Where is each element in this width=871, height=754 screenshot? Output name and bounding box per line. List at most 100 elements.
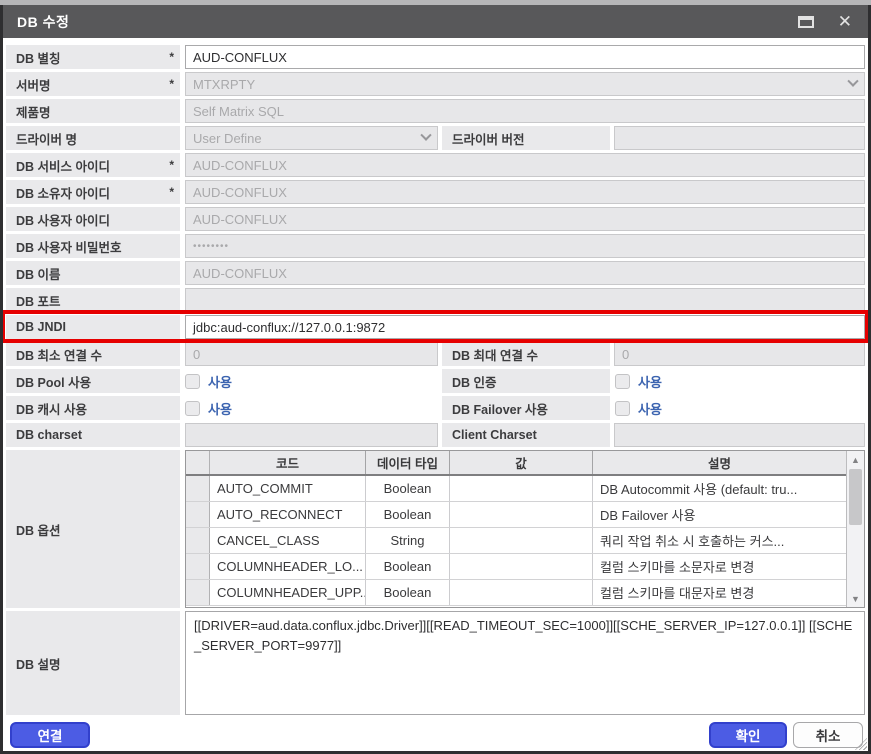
table-row[interactable]: AUTO_COMMIT Boolean DB Autocommit 사용 (de… [186,476,846,502]
cell-value [450,580,593,605]
db-failover-use-label: 사용 [638,399,662,418]
db-auth-use-label: 사용 [638,372,662,391]
row-server-name: 서버명* MTXRPTY [6,72,865,96]
cell-desc: 컬럼 스키마를 소문자로 변경 [593,554,846,579]
row-driver: 드라이버 명 User Define 드라이버 버전 [6,126,865,150]
db-options-label: DB 옵션 [6,450,180,608]
title-bar[interactable]: DB 수정 ✕ [3,5,868,38]
db-jndi-label: DB JNDI [6,315,180,339]
scrollbar-thumb[interactable] [849,469,862,525]
table-row[interactable]: AUTO_RECONNECT Boolean DB Failover 사용 [186,502,846,528]
db-pool-use-label: 사용 [208,372,232,391]
cell-type: String [366,528,450,553]
row-db-port: DB 포트 [6,288,865,312]
row-user-password: DB 사용자 비밀번호 •••••••• [6,234,865,258]
db-cache-use: 사용 [185,396,438,420]
table-scrollbar[interactable]: ▲ ▼ [846,451,864,607]
row-service-id: DB 서비스 아이디* AUD-CONFLUX [6,153,865,177]
connect-button[interactable]: 연결 [10,722,90,748]
server-name-select: MTXRPTY [185,72,865,96]
db-pool-label: DB Pool 사용 [6,369,180,393]
screen: DB 수정 ✕ DB 별칭* AUD-CONFLUX 서버명* MTXRPTY … [0,0,871,754]
table-row[interactable]: COLUMNHEADER_UPP... Boolean 컬럼 스키마를 대문자로… [186,580,846,606]
header-value[interactable]: 값 [450,451,593,474]
cell-type: Boolean [366,554,450,579]
cell-code: COLUMNHEADER_UPP... [210,580,366,605]
row-db-alias: DB 별칭* AUD-CONFLUX [6,45,865,69]
max-conn-label: DB 최대 연결 수 [442,342,610,366]
maximize-icon[interactable] [798,16,814,28]
driver-name-label: 드라이버 명 [6,126,180,150]
client-charset-input [614,423,865,447]
db-description-textarea[interactable]: [[DRIVER=aud.data.conflux.jdbc.Driver]][… [185,611,865,715]
db-jndi-input[interactable]: jdbc:aud-conflux://127.0.0.1:9872 [185,315,865,339]
header-code[interactable]: 코드 [210,451,366,474]
db-failover-checkbox[interactable] [615,401,630,416]
db-name-input: AUD-CONFLUX [185,261,865,285]
db-failover-use: 사용 [615,396,865,420]
driver-version-label: 드라이버 버전 [442,126,610,150]
db-cache-label: DB 캐시 사용 [6,396,180,420]
cell-desc: DB Autocommit 사용 (default: tru... [593,476,846,501]
required-marker: * [169,77,174,91]
row-charsets: DB charset Client Charset [6,423,865,447]
table-row[interactable]: COLUMNHEADER_LO... Boolean 컬럼 스키마를 소문자로 … [186,554,846,580]
footer-bar: 연결 확인 취소 [3,721,868,751]
db-pool-checkbox[interactable] [185,374,200,389]
db-charset-input [185,423,438,447]
db-cache-checkbox[interactable] [185,401,200,416]
cell-type: Boolean [366,580,450,605]
header-type[interactable]: 데이터 타입 [366,451,450,474]
db-auth-label: DB 인증 [442,369,610,393]
scroll-up-icon[interactable]: ▲ [847,451,864,468]
options-table-header: 코드 데이터 타입 값 설명 [186,451,846,476]
user-id-input: AUD-CONFLUX [185,207,865,231]
cancel-button[interactable]: 취소 [793,722,863,748]
service-id-label: DB 서비스 아이디* [6,153,180,177]
cell-value [450,502,593,527]
db-port-input [185,288,865,312]
db-auth-checkbox[interactable] [615,374,630,389]
cell-type: Boolean [366,476,450,501]
cell-code: COLUMNHEADER_LO... [210,554,366,579]
service-id-input: AUD-CONFLUX [185,153,865,177]
cell-desc: 컬럼 스키마를 대문자로 변경 [593,580,846,605]
chevron-down-icon [420,130,431,141]
row-user-id: DB 사용자 아이디 AUD-CONFLUX [6,207,865,231]
table-row[interactable]: CANCEL_CLASS String 쿼리 작업 취소 시 호출하는 커스..… [186,528,846,554]
db-description-label: DB 설명 [6,611,180,715]
cell-type: Boolean [366,502,450,527]
client-charset-label: Client Charset [442,423,610,447]
required-marker: * [169,158,174,172]
dialog-title: DB 수정 [17,12,69,32]
owner-id-label: DB 소유자 아이디* [6,180,180,204]
cell-value [450,528,593,553]
ok-button[interactable]: 확인 [709,722,787,748]
min-conn-input: 0 [185,342,438,366]
required-marker: * [169,185,174,199]
db-charset-label: DB charset [6,423,180,447]
row-db-description: DB 설명 [[DRIVER=aud.data.conflux.jdbc.Dri… [6,611,865,715]
db-alias-input[interactable]: AUD-CONFLUX [185,45,865,69]
cell-value [450,554,593,579]
row-db-options: DB 옵션 코드 데이터 타입 값 설명 [6,450,865,608]
cell-desc: DB Failover 사용 [593,502,846,527]
chevron-down-icon [847,76,858,87]
header-desc[interactable]: 설명 [593,451,846,474]
row-conn-counts: DB 최소 연결 수 0 DB 최대 연결 수 0 [6,342,865,366]
row-owner-id: DB 소유자 아이디* AUD-CONFLUX [6,180,865,204]
row-db-jndi: DB JNDI jdbc:aud-conflux://127.0.0.1:987… [6,315,865,339]
scroll-down-icon[interactable]: ▼ [847,590,864,607]
db-options-table: 코드 데이터 타입 값 설명 AUTO_COMMIT Boolean DB Au [185,450,865,608]
driver-version-input [614,126,865,150]
product-name-label: 제품명 [6,99,180,123]
header-select [186,451,210,474]
db-cache-use-label: 사용 [208,399,232,418]
user-password-input: •••••••• [185,234,865,258]
db-auth-use: 사용 [615,369,865,393]
user-password-label: DB 사용자 비밀번호 [6,234,180,258]
close-icon[interactable]: ✕ [838,13,852,30]
cell-value [450,476,593,501]
min-conn-label: DB 최소 연결 수 [6,342,180,366]
db-edit-dialog: DB 수정 ✕ DB 별칭* AUD-CONFLUX 서버명* MTXRPTY … [0,5,871,754]
